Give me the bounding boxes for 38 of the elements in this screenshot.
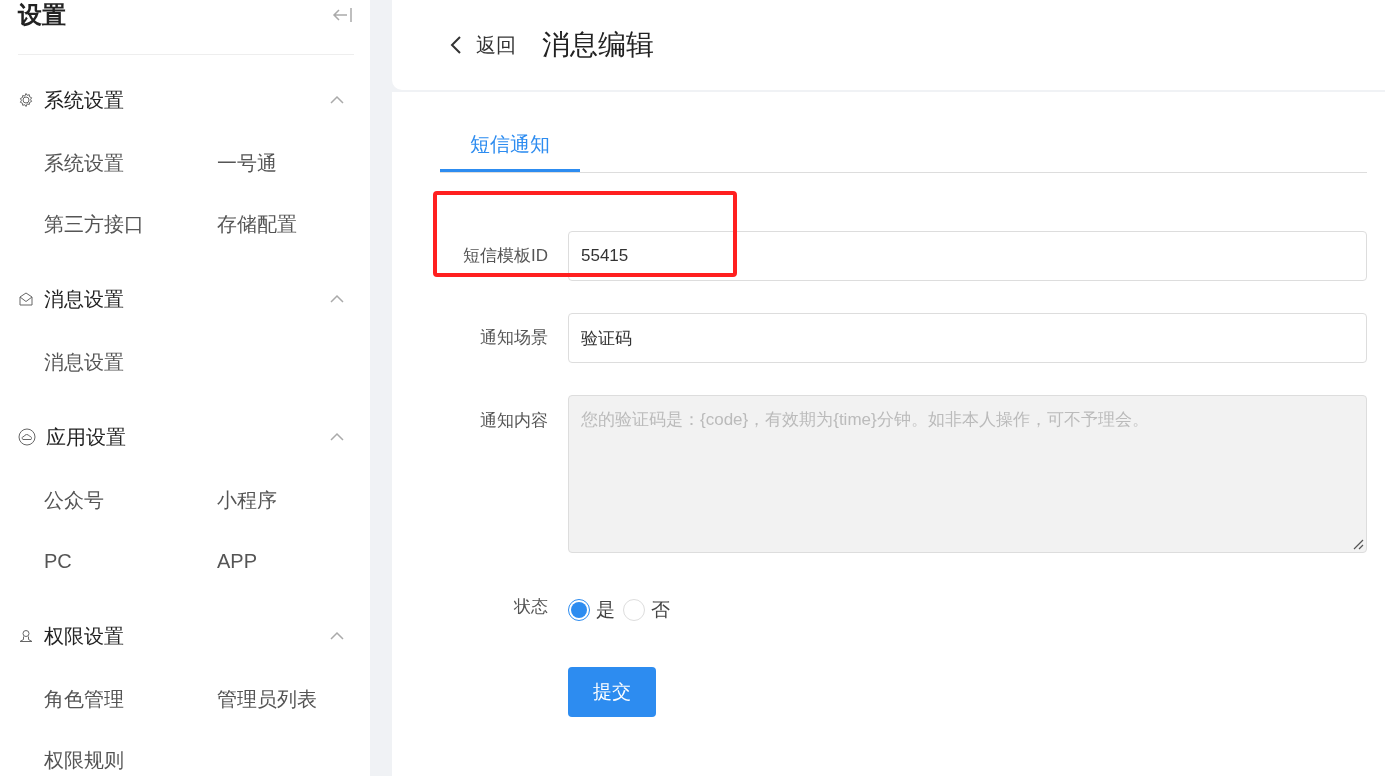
menu-group-label[interactable]: 权限设置 xyxy=(44,622,124,650)
menu-group-label[interactable]: 应用设置 xyxy=(46,423,126,451)
menu-item[interactable]: 消息设置 xyxy=(44,347,124,377)
chevron-up-icon[interactable] xyxy=(330,95,344,105)
radio-label[interactable]: 否 xyxy=(651,597,670,623)
menu-group-label[interactable]: 消息设置 xyxy=(44,285,124,313)
menu-item[interactable]: PC xyxy=(44,546,72,576)
radio-button[interactable] xyxy=(568,599,590,621)
cloud-circle-icon xyxy=(18,428,36,446)
sidebar-title: 设置 xyxy=(18,0,66,30)
radio-label[interactable]: 是 xyxy=(596,597,615,623)
back-link[interactable]: 返回 xyxy=(450,31,516,59)
chevron-up-icon[interactable] xyxy=(330,631,344,641)
menu-item[interactable]: 角色管理 xyxy=(44,684,124,714)
envelope-icon xyxy=(18,291,34,307)
menu-item[interactable]: 管理员列表 xyxy=(217,684,317,714)
text-input-field[interactable]: 验证码 xyxy=(568,313,1367,363)
user-icon xyxy=(18,628,34,644)
chevron-up-icon[interactable] xyxy=(330,432,344,442)
menu-item[interactable]: 存储配置 xyxy=(217,209,297,239)
gear-icon xyxy=(18,92,34,108)
menu-item[interactable]: 小程序 xyxy=(217,485,277,515)
page-title: 消息编辑 xyxy=(542,28,654,62)
field-label: 短信模板ID xyxy=(462,245,549,267)
menu-item[interactable]: 权限规则 xyxy=(44,745,124,775)
chevron-up-icon[interactable] xyxy=(330,294,344,304)
menu-item[interactable]: APP xyxy=(217,546,258,576)
chevron-left-icon xyxy=(450,35,462,55)
field-label: 通知内容 xyxy=(479,410,549,432)
menu-item[interactable]: 一号通 xyxy=(217,148,277,178)
menu-item[interactable]: 系统设置 xyxy=(44,148,124,178)
collapse-icon[interactable] xyxy=(332,6,354,24)
text-input-field[interactable]: 55415 xyxy=(568,231,1367,281)
menu-item[interactable]: 第三方接口 xyxy=(44,209,144,239)
menu-group-label[interactable]: 系统设置 xyxy=(44,86,124,114)
field-label: 通知场景 xyxy=(479,327,549,349)
menu-item[interactable]: 公众号 xyxy=(44,485,104,515)
field-label: 状态 xyxy=(513,596,549,618)
